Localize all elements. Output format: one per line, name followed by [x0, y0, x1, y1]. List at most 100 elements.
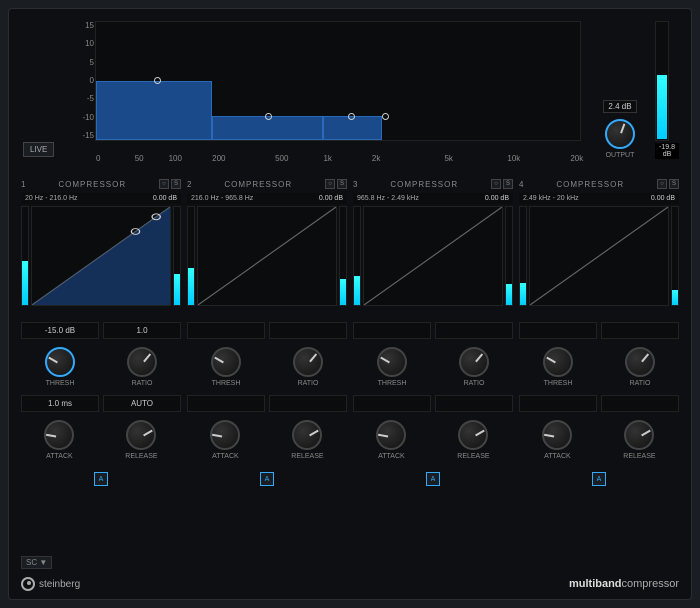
release-knob[interactable]	[458, 420, 488, 450]
band-input-meter	[21, 206, 29, 306]
band-curve-display[interactable]	[363, 206, 503, 306]
ratio-knob[interactable]	[127, 347, 157, 377]
attack-knob[interactable]	[542, 420, 572, 450]
thresh-knob[interactable]	[211, 347, 241, 377]
attack-value[interactable]: .	[519, 395, 597, 412]
top-section: LIVE 15 10 5 0 -5 -10 -15 0501002005001k…	[21, 21, 679, 159]
band-4: 4 COMPRESSOR ○ S 2.49 kHz - 20 kHz0.00 d…	[519, 179, 679, 306]
band-3-block[interactable]	[323, 116, 381, 140]
band-3-handle[interactable]	[348, 113, 355, 120]
attack-label: ATTACK	[212, 453, 239, 460]
band-bypass-icon[interactable]: ○	[657, 179, 667, 189]
band-title: COMPRESSOR	[361, 180, 487, 189]
band-1-controls: -15.0 dB 1.0 THRESH RATIO 1.0 ms AUTO AT…	[21, 322, 181, 486]
band-2-controls: . . THRESH RATIO . . ATTACK RELEASE A	[187, 322, 347, 486]
release-value[interactable]: .	[601, 395, 679, 412]
release-knob[interactable]	[292, 420, 322, 450]
output-readout: -19.8 dB	[655, 143, 679, 159]
thresh-knob[interactable]	[45, 347, 75, 377]
output-gain-value[interactable]: 2.4 dB	[603, 100, 636, 113]
attack-value[interactable]: .	[187, 395, 265, 412]
attack-label: ATTACK	[378, 453, 405, 460]
ratio-value[interactable]: 1.0	[103, 322, 181, 339]
band-number: 4	[519, 180, 523, 189]
band-bypass-icon[interactable]: ○	[325, 179, 335, 189]
release-value[interactable]: .	[269, 395, 347, 412]
band-number: 1	[21, 180, 25, 189]
thresh-value[interactable]: .	[187, 322, 265, 339]
steinberg-icon	[21, 577, 35, 591]
live-button[interactable]: LIVE	[23, 142, 54, 157]
thresh-value[interactable]: -15.0 dB	[21, 322, 99, 339]
sidechain-button[interactable]: SC ▼	[21, 556, 52, 569]
band-3-controls: . . THRESH RATIO . . ATTACK RELEASE A	[353, 322, 513, 486]
output-section: 2.4 dB OUTPUT -19.8 dB	[589, 21, 679, 159]
band-freq-readout: 20 Hz - 216.0 Hz0.00 dB	[21, 193, 181, 204]
ratio-value[interactable]: .	[435, 322, 513, 339]
thresh-value[interactable]: .	[353, 322, 431, 339]
band-freq-readout: 216.0 Hz - 965.8 Hz0.00 dB	[187, 193, 347, 204]
release-knob[interactable]	[624, 420, 654, 450]
thresh-knob[interactable]	[543, 347, 573, 377]
release-label: RELEASE	[623, 453, 655, 460]
band-number: 2	[187, 180, 191, 189]
band-bypass-icon[interactable]: ○	[159, 179, 169, 189]
band-title: COMPRESSOR	[195, 180, 321, 189]
thresh-value[interactable]: .	[519, 322, 597, 339]
ratio-value[interactable]: .	[601, 322, 679, 339]
release-label: RELEASE	[125, 453, 157, 460]
ratio-label: RATIO	[464, 380, 485, 387]
band-title: COMPRESSOR	[527, 180, 653, 189]
output-knob[interactable]	[605, 119, 635, 149]
attack-knob[interactable]	[44, 420, 74, 450]
release-value[interactable]: .	[435, 395, 513, 412]
attack-knob[interactable]	[210, 420, 240, 450]
band-4-handle[interactable]	[382, 113, 389, 120]
ratio-label: RATIO	[630, 380, 651, 387]
band-curve-display[interactable]	[31, 206, 171, 306]
auto-release-button[interactable]: A	[592, 472, 606, 486]
band-bypass-icon[interactable]: ○	[491, 179, 501, 189]
band-gr-meter	[671, 206, 679, 306]
band-solo-icon[interactable]: S	[337, 179, 347, 189]
band-2-block[interactable]	[212, 116, 323, 140]
ratio-label: RATIO	[132, 380, 153, 387]
release-knob[interactable]	[126, 420, 156, 450]
band-2: 2 COMPRESSOR ○ S 216.0 Hz - 965.8 Hz0.00…	[187, 179, 347, 306]
release-value[interactable]: AUTO	[103, 395, 181, 412]
band-solo-icon[interactable]: S	[503, 179, 513, 189]
ratio-knob[interactable]	[293, 347, 323, 377]
band-1: 1 COMPRESSOR ○ S 20 Hz - 216.0 Hz0.00 dB	[21, 179, 181, 306]
band-curve-display[interactable]	[197, 206, 337, 306]
brand-logo: steinberg	[21, 577, 80, 591]
band-4-block[interactable]	[382, 116, 580, 140]
release-label: RELEASE	[291, 453, 323, 460]
footer: steinberg multibandcompressor	[21, 577, 679, 591]
thresh-knob[interactable]	[377, 347, 407, 377]
band-solo-icon[interactable]: S	[171, 179, 181, 189]
ratio-knob[interactable]	[625, 347, 655, 377]
band-gr-meter	[339, 206, 347, 306]
spectrum-y-axis: 15 10 5 0 -5 -10 -15	[78, 22, 94, 140]
auto-release-button[interactable]: A	[260, 472, 274, 486]
band-gr-meter	[173, 206, 181, 306]
attack-knob[interactable]	[376, 420, 406, 450]
band-curve-display[interactable]	[529, 206, 669, 306]
auto-release-button[interactable]: A	[426, 472, 440, 486]
ratio-value[interactable]: .	[269, 322, 347, 339]
auto-release-button[interactable]: A	[94, 472, 108, 486]
thresh-label: THRESH	[212, 380, 241, 387]
attack-value[interactable]: 1.0 ms	[21, 395, 99, 412]
spectrum-display[interactable]: 15 10 5 0 -5 -10 -15 0501002005001k2k5k1…	[95, 21, 581, 159]
ratio-knob[interactable]	[459, 347, 489, 377]
output-meter	[655, 21, 669, 141]
band-1-block[interactable]	[96, 81, 212, 140]
output-label: OUTPUT	[606, 152, 635, 159]
band-3: 3 COMPRESSOR ○ S 965.8 Hz - 2.49 kHz0.00…	[353, 179, 513, 306]
attack-value[interactable]: .	[353, 395, 431, 412]
bands-row: 1 COMPRESSOR ○ S 20 Hz - 216.0 Hz0.00 dB…	[21, 179, 679, 306]
ratio-label: RATIO	[298, 380, 319, 387]
attack-label: ATTACK	[46, 453, 73, 460]
band-input-meter	[353, 206, 361, 306]
band-solo-icon[interactable]: S	[669, 179, 679, 189]
